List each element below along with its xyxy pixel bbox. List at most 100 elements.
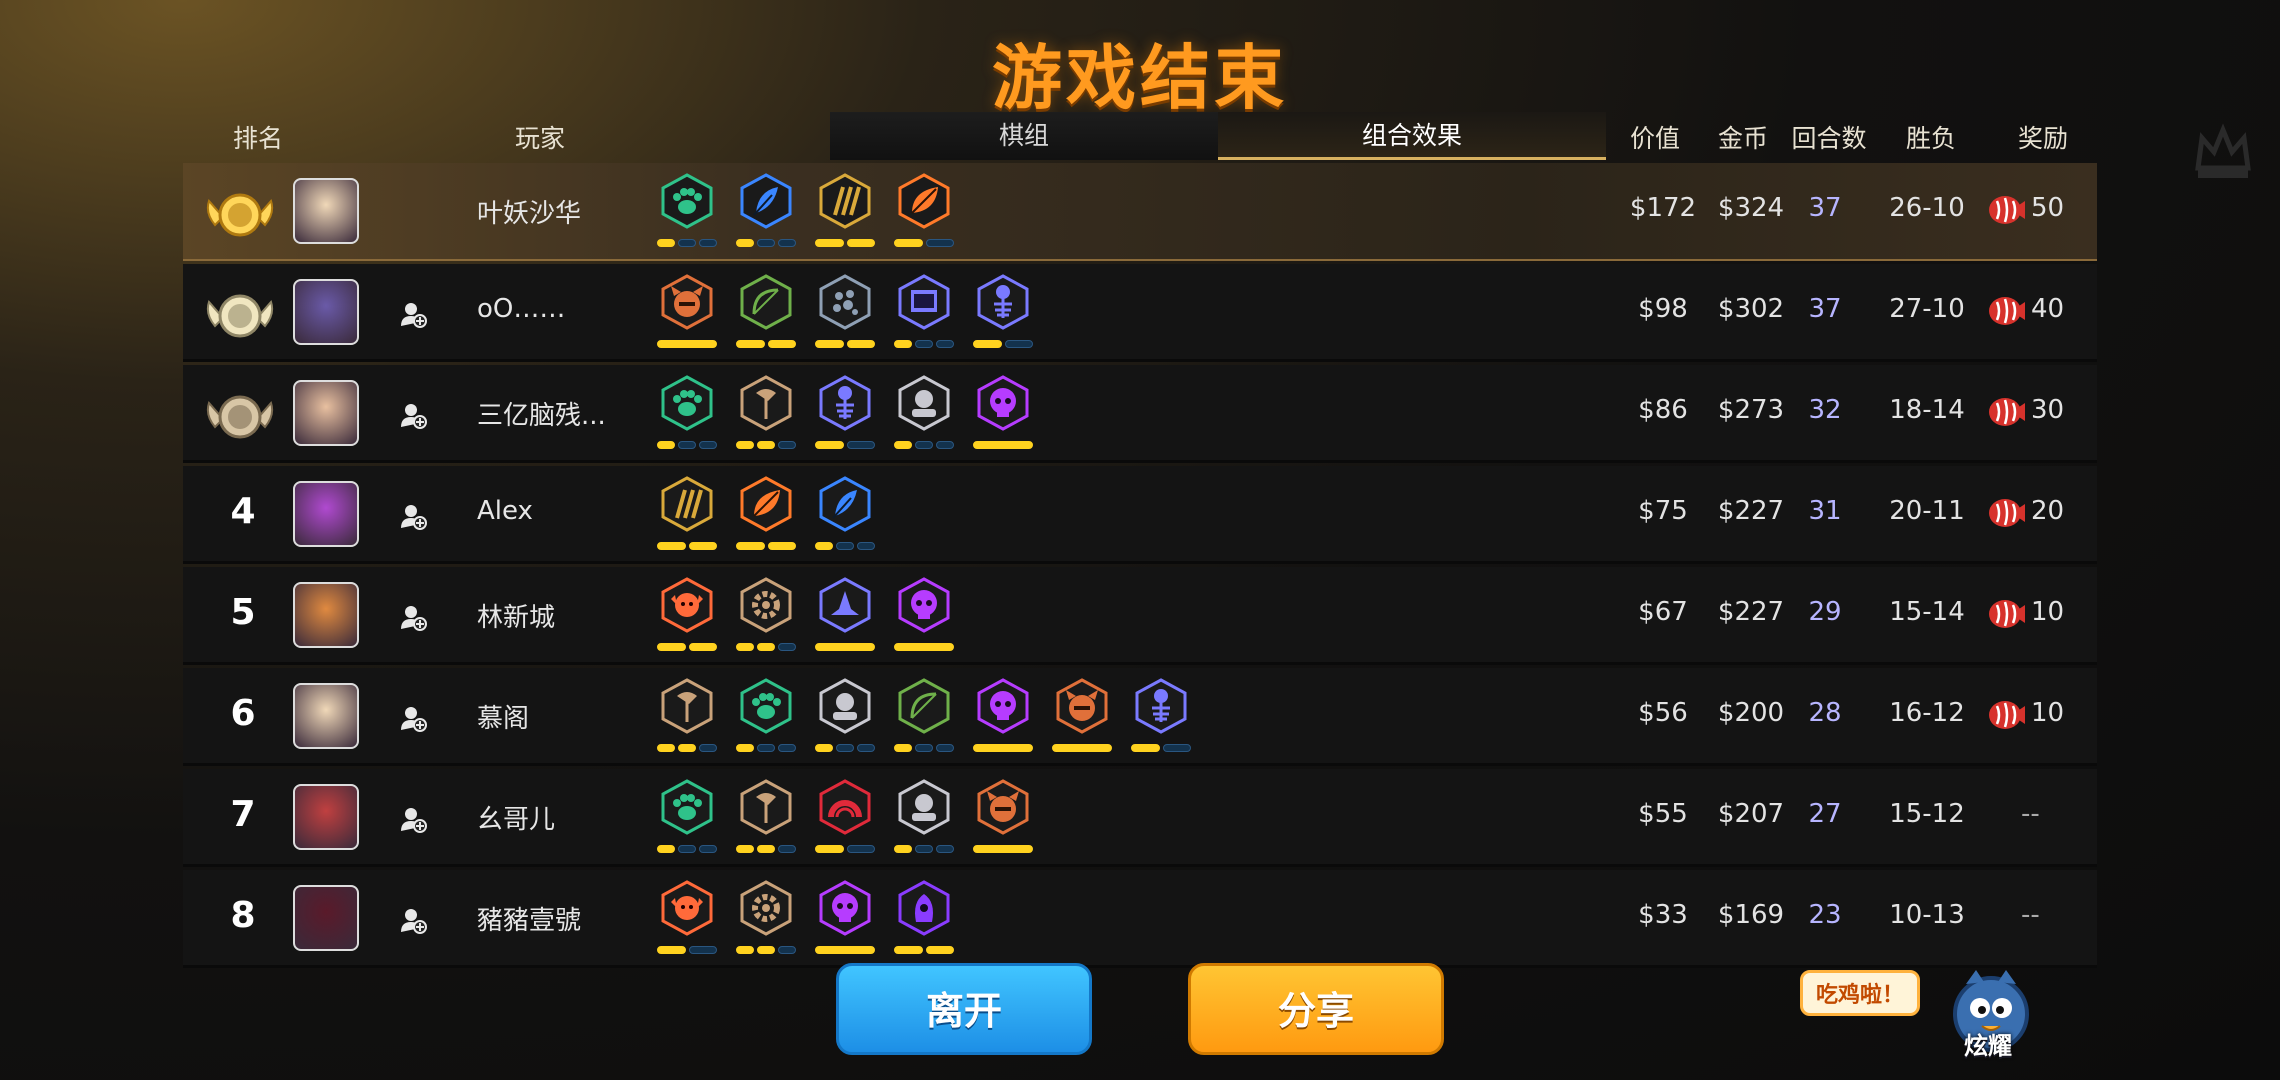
rank-number: 8 (230, 895, 256, 936)
synergy-badge[interactable] (657, 274, 717, 352)
table-row[interactable]: 叶妖沙华 $172 $324 37 26-10 50 (183, 163, 2097, 261)
fishbone-icon (1135, 678, 1187, 734)
synergy-badge[interactable] (736, 678, 796, 756)
avatar[interactable] (293, 380, 359, 446)
synergy-level-bar (815, 441, 844, 449)
synergy-badge[interactable] (815, 375, 875, 453)
avatar[interactable] (293, 279, 359, 345)
synergy-badge[interactable] (894, 577, 954, 655)
rounds-cell: 37 (1808, 294, 1842, 324)
add-friend-icon[interactable] (399, 502, 427, 530)
synergy-badge[interactable] (815, 880, 875, 958)
tab-deck[interactable]: 棋组 (830, 112, 1218, 160)
synergy-level-bar (973, 441, 1033, 449)
synergy-badge[interactable] (894, 678, 954, 756)
synergy-badge[interactable] (894, 779, 954, 857)
synergy-level-bar (736, 946, 754, 954)
reward-candy-icon (1989, 297, 2025, 325)
table-row[interactable]: oO…… $98 $302 37 27-10 40 (183, 264, 2097, 362)
synergy-badge[interactable] (657, 173, 717, 251)
table-row[interactable]: 7 幺哥儿 $55 $207 27 15-12 -- (183, 769, 2097, 867)
synergy-badge[interactable] (657, 779, 717, 857)
feather-icon (740, 173, 792, 229)
synergy-badge[interactable] (973, 779, 1033, 857)
table-row[interactable]: 三亿脑残... $86 $273 32 18-14 30 (183, 365, 2097, 463)
value-cell: $56 (1638, 698, 1688, 728)
paw-icon (661, 779, 713, 835)
header-rounds: 回合数 (1791, 124, 1867, 153)
synergy-badge[interactable] (657, 577, 717, 655)
skull-icon (977, 678, 1029, 734)
tab-synergy[interactable]: 组合效果 (1218, 112, 1606, 160)
avatar[interactable] (293, 885, 359, 951)
synergy-level-bar (657, 643, 686, 651)
synergy-badge[interactable] (736, 375, 796, 453)
avatar[interactable] (293, 481, 359, 547)
avatar[interactable] (293, 178, 359, 244)
synergy-badge[interactable] (894, 880, 954, 958)
synergy-badge[interactable] (1052, 678, 1112, 756)
synergy-badge[interactable] (736, 173, 796, 251)
synergy-level-bar (894, 744, 912, 752)
axe-icon (740, 375, 792, 431)
synergy-badge[interactable] (973, 678, 1033, 756)
reward-candy-icon (1989, 196, 2025, 224)
add-friend-icon[interactable] (399, 906, 427, 934)
knight-icon (898, 375, 950, 431)
synergy-badge[interactable] (815, 274, 875, 352)
synergy-badge[interactable] (657, 880, 717, 958)
synergy-level-bar (815, 239, 844, 247)
gold-cell: $302 (1717, 294, 1785, 324)
synergy-level-bar (736, 340, 765, 348)
reward-cell: -- (2021, 799, 2040, 829)
book-icon (898, 274, 950, 330)
avatar[interactable] (293, 582, 359, 648)
avatar[interactable] (293, 683, 359, 749)
synergy-badge[interactable] (657, 476, 717, 554)
add-friend-icon[interactable] (399, 704, 427, 732)
avatar[interactable] (293, 784, 359, 850)
add-friend-icon[interactable] (399, 603, 427, 631)
bow-icon (898, 678, 950, 734)
add-friend-icon[interactable] (399, 805, 427, 833)
table-row[interactable]: 4 Alex $75 $227 31 20-11 20 (183, 466, 2097, 564)
synergy-badge[interactable] (894, 375, 954, 453)
rank-number: 7 (230, 794, 256, 835)
synergy-badge[interactable] (815, 577, 875, 655)
synergy-badge[interactable] (736, 577, 796, 655)
reward-cell: 10 (1987, 595, 2083, 635)
synergy-level-bar (936, 340, 954, 348)
synergy-badge[interactable] (894, 274, 954, 352)
synergy-badge[interactable] (894, 173, 954, 251)
table-row[interactable]: 5 林新城 $67 $227 29 15-14 10 (183, 567, 2097, 665)
rounds-cell: 23 (1808, 900, 1842, 930)
share-button[interactable]: 分享 (1188, 963, 1444, 1055)
synergy-badge[interactable] (657, 678, 717, 756)
synergy-badge[interactable] (736, 274, 796, 352)
synergy-badge[interactable] (736, 476, 796, 554)
synergy-badge[interactable] (815, 173, 875, 251)
reward-candy-icon (1989, 398, 2025, 426)
synergy-badge[interactable] (973, 375, 1033, 453)
rounds-cell: 37 (1808, 193, 1842, 223)
synergy-level-bar (778, 239, 796, 247)
synergy-badge[interactable] (657, 375, 717, 453)
synergy-level-bar (857, 542, 875, 550)
synergy-level-bar (778, 946, 796, 954)
add-friend-icon[interactable] (399, 300, 427, 328)
leave-button[interactable]: 离开 (836, 963, 1092, 1055)
synergy-badge[interactable] (1131, 678, 1191, 756)
synergy-badge[interactable] (973, 274, 1033, 352)
synergy-badge[interactable] (815, 779, 875, 857)
synergy-badge[interactable] (736, 779, 796, 857)
hat-icon (819, 577, 871, 633)
add-friend-icon[interactable] (399, 401, 427, 429)
crown-icon (2195, 123, 2251, 178)
synergy-badge[interactable] (815, 678, 875, 756)
table-row[interactable]: 8 豬豬壹號 $33 $169 23 10-13 -- (183, 870, 2097, 968)
player-name: 豬豬壹號 (477, 906, 582, 936)
table-row[interactable]: 6 慕阁 $56 $200 28 16-12 10 (183, 668, 2097, 766)
synergy-badge[interactable] (815, 476, 875, 554)
synergy-badge[interactable] (736, 880, 796, 958)
synergy-level-bar (846, 340, 875, 348)
